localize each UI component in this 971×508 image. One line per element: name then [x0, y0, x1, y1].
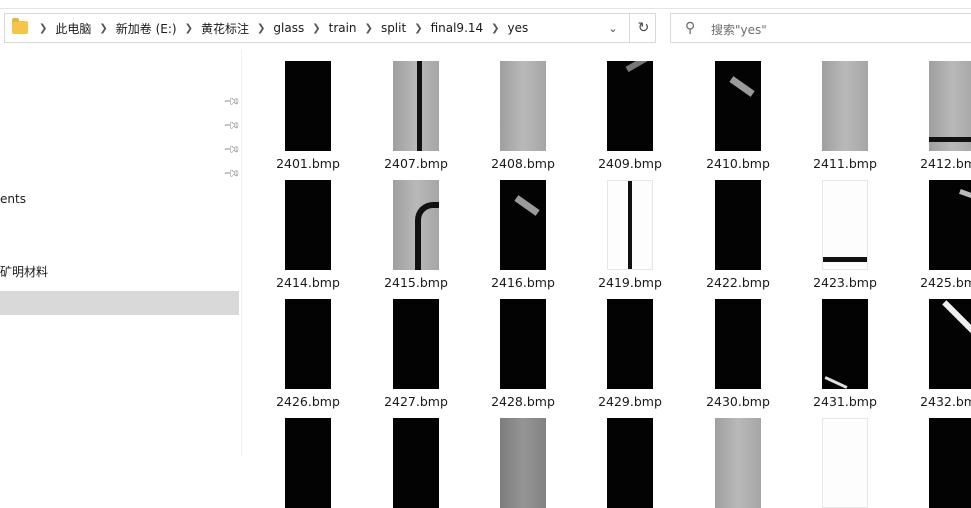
- thumbnail-detail: [823, 257, 867, 262]
- file-name: 2431.bmp: [813, 394, 877, 409]
- thumbnail-detail: [959, 189, 971, 204]
- breadcrumb-folder-yes[interactable]: yes: [508, 21, 529, 35]
- search-icon: ⚲: [685, 20, 696, 36]
- file-name: 2412.bmp: [920, 156, 971, 171]
- file-thumbnail[interactable]: [929, 180, 971, 270]
- file-name: 2426.bmp: [276, 394, 340, 409]
- pin-icon[interactable]: 📌︎: [222, 116, 241, 135]
- chevron-right-icon[interactable]: ❯: [406, 23, 430, 34]
- thumbnail-detail: [628, 181, 632, 269]
- thumbnail-detail: [417, 61, 422, 151]
- file-thumbnail[interactable]: [500, 61, 546, 151]
- file-thumbnail[interactable]: [285, 299, 331, 389]
- file-name: 2430.bmp: [706, 394, 770, 409]
- thumbnail-detail: [514, 195, 540, 216]
- thumbnail-detail: [942, 300, 971, 340]
- file-thumbnail[interactable]: [285, 180, 331, 270]
- file-name: 2419.bmp: [598, 275, 662, 290]
- file-thumbnail[interactable]: [500, 180, 546, 270]
- file-name: 2401.bmp: [276, 156, 340, 171]
- thumbnail-detail: [729, 76, 755, 97]
- file-name: 2425.bmp: [920, 275, 971, 290]
- search-box[interactable]: ⚲ 搜索"yes": [670, 13, 971, 43]
- folder-icon: [12, 18, 28, 34]
- chevron-down-icon[interactable]: ⌄: [598, 14, 628, 42]
- file-thumbnail[interactable]: [715, 61, 761, 151]
- breadcrumb-drive-e[interactable]: 新加卷 (E:): [116, 20, 177, 37]
- navigation-pane: 📌︎ 📌︎ 📌︎ 📌︎ ents 矿明材料: [0, 50, 242, 456]
- file-name: 2407.bmp: [384, 156, 448, 171]
- file-thumbnail[interactable]: [285, 418, 331, 508]
- file-thumbnail[interactable]: [500, 299, 546, 389]
- thumbnail-detail: [415, 202, 439, 270]
- file-name: 2429.bmp: [598, 394, 662, 409]
- file-thumbnail[interactable]: [500, 418, 546, 508]
- file-thumbnail[interactable]: [607, 61, 653, 151]
- file-name: 2410.bmp: [706, 156, 770, 171]
- breadcrumb-folder-final[interactable]: final9.14: [431, 21, 484, 35]
- file-thumbnail[interactable]: [715, 180, 761, 270]
- file-name: 2428.bmp: [491, 394, 555, 409]
- file-name: 2427.bmp: [384, 394, 448, 409]
- refresh-icon[interactable]: ↻: [629, 14, 657, 42]
- search-input[interactable]: 搜索"yes": [711, 21, 767, 38]
- pin-icon[interactable]: 📌︎: [222, 140, 241, 159]
- file-name: 2423.bmp: [813, 275, 877, 290]
- file-name: 2415.bmp: [384, 275, 448, 290]
- file-name: 2414.bmp: [276, 275, 340, 290]
- file-thumbnail[interactable]: [822, 180, 868, 270]
- chevron-right-icon[interactable]: ❯: [304, 23, 328, 34]
- nav-item-selected[interactable]: [0, 291, 239, 315]
- file-thumbnail[interactable]: [393, 299, 439, 389]
- pane-divider[interactable]: [241, 50, 242, 456]
- file-name: 2409.bmp: [598, 156, 662, 171]
- file-thumbnail[interactable]: [607, 180, 653, 270]
- file-name: 2408.bmp: [491, 156, 555, 171]
- file-thumbnail[interactable]: [929, 61, 971, 151]
- file-thumbnail[interactable]: [822, 418, 868, 508]
- file-thumbnail[interactable]: [822, 61, 868, 151]
- file-thumbnail[interactable]: [715, 299, 761, 389]
- file-thumbnail[interactable]: [822, 299, 868, 389]
- nav-item-documents[interactable]: ents: [0, 192, 26, 206]
- chevron-right-icon[interactable]: ❯: [249, 23, 273, 34]
- file-name: 2432.bmp: [920, 394, 971, 409]
- file-thumbnail[interactable]: [393, 180, 439, 270]
- file-thumbnail[interactable]: [929, 418, 971, 508]
- chevron-right-icon[interactable]: ❯: [177, 23, 201, 34]
- breadcrumb-folder-glass[interactable]: glass: [273, 21, 304, 35]
- nav-item-materials[interactable]: 矿明材料: [0, 263, 48, 280]
- file-thumbnail[interactable]: [393, 61, 439, 151]
- address-bar[interactable]: ❯ 此电脑 ❯ 新加卷 (E:) ❯ 黄花标注 ❯ glass ❯ train …: [4, 13, 656, 43]
- breadcrumb-folder-train[interactable]: train: [329, 21, 357, 35]
- thumbnail-detail: [929, 137, 971, 142]
- chevron-right-icon[interactable]: ❯: [483, 23, 507, 34]
- file-name: 2411.bmp: [813, 156, 877, 171]
- breadcrumb-folder-annotation[interactable]: 黄花标注: [201, 20, 249, 37]
- thumbnail-detail: [625, 61, 653, 73]
- file-thumbnail[interactable]: [607, 299, 653, 389]
- thumbnail-detail: [824, 376, 848, 389]
- file-name: 2422.bmp: [706, 275, 770, 290]
- chevron-right-icon[interactable]: ❯: [91, 23, 115, 34]
- window-top-edge: [0, 0, 971, 9]
- pin-icon[interactable]: 📌︎: [222, 92, 241, 111]
- file-thumbnail[interactable]: [285, 61, 331, 151]
- chevron-right-icon[interactable]: ❯: [357, 23, 381, 34]
- chevron-right-icon[interactable]: ❯: [31, 23, 55, 34]
- file-name: 2416.bmp: [491, 275, 555, 290]
- file-thumbnail[interactable]: [715, 418, 761, 508]
- breadcrumb: ❯ 此电脑 ❯ 新加卷 (E:) ❯ 黄花标注 ❯ glass ❯ train …: [31, 14, 528, 42]
- pin-icon[interactable]: 📌︎: [222, 164, 241, 183]
- file-thumbnail[interactable]: [607, 418, 653, 508]
- breadcrumb-folder-split[interactable]: split: [381, 21, 406, 35]
- file-thumbnail[interactable]: [393, 418, 439, 508]
- file-thumbnail[interactable]: [929, 299, 971, 389]
- breadcrumb-this-pc[interactable]: 此电脑: [55, 20, 91, 37]
